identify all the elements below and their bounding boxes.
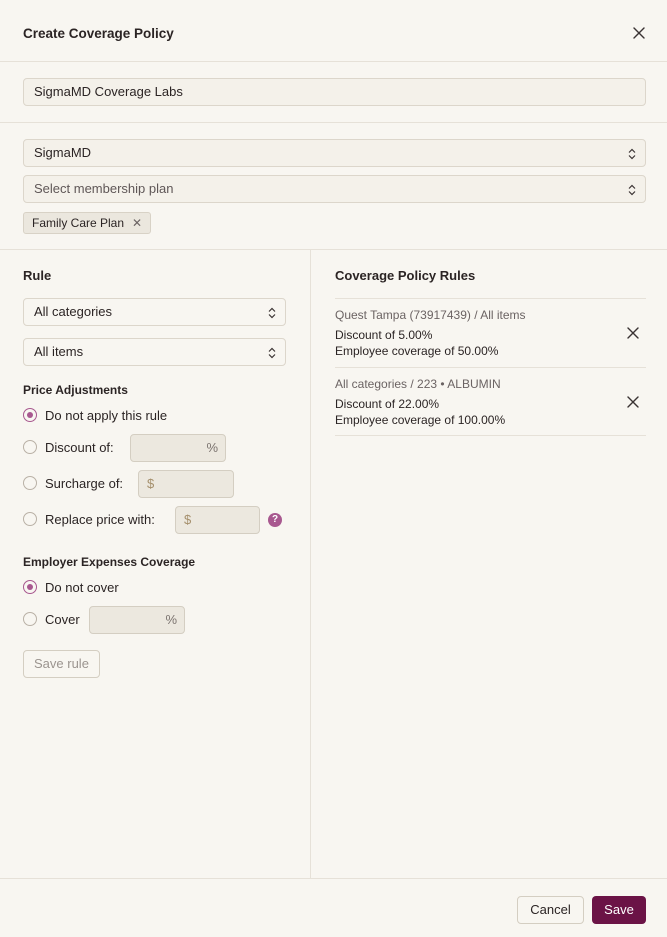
rule-title: Quest Tampa (73917439) / All items (335, 308, 526, 322)
radio-label: Do not cover (45, 579, 119, 595)
chevron-updown-icon (268, 347, 276, 359)
dollar-prefix: $ (184, 512, 192, 527)
price-adjustments-heading: Price Adjustments (23, 383, 128, 397)
radio-do-not-cover[interactable]: Do not cover (23, 574, 119, 600)
employer-coverage-heading: Employer Expenses Coverage (23, 555, 196, 569)
help-icon[interactable]: ? (268, 513, 282, 527)
policy-name-value: SigmaMD Coverage Labs (34, 84, 183, 99)
items-select[interactable]: All items (23, 338, 286, 366)
close-icon[interactable] (626, 395, 640, 409)
cancel-button[interactable]: Cancel (517, 896, 584, 924)
radio-button[interactable] (23, 476, 37, 490)
policy-name-input[interactable]: SigmaMD Coverage Labs (23, 78, 646, 106)
items-select-value: All items (34, 344, 84, 359)
rule-title: All categories / 223 • ALBUMIN (335, 377, 501, 391)
save-rule-button[interactable]: Save rule (23, 650, 100, 678)
rule-discount: Discount of 5.00% (335, 328, 433, 342)
organization-select-value: SigmaMD (34, 145, 92, 160)
dialog-footer: Cancel Save (0, 878, 667, 937)
close-icon[interactable]: ✕ (132, 213, 142, 233)
percent-suffix: % (206, 440, 218, 455)
radio-do-not-apply[interactable]: Do not apply this rule (23, 402, 167, 428)
radio-replace-price[interactable]: Replace price with: (23, 506, 155, 532)
surcharge-input[interactable]: $ (138, 470, 234, 498)
membership-plan-select[interactable]: Select membership plan (23, 175, 646, 203)
close-icon[interactable] (626, 326, 640, 340)
radio-button[interactable] (23, 440, 37, 454)
chevron-updown-icon (628, 148, 636, 160)
plan-chip-family-care: Family Care Plan ✕ (23, 212, 152, 234)
radio-label: Do not apply this rule (45, 407, 168, 423)
radio-label: Surcharge of: (45, 475, 124, 491)
rule-discount: Discount of 22.00% (335, 397, 440, 411)
coverage-rules-heading: Coverage Policy Rules (335, 268, 476, 283)
radio-surcharge[interactable]: Surcharge of: (23, 470, 123, 496)
replace-price-input[interactable]: $ (175, 506, 260, 534)
rule-coverage: Employee coverage of 100.00% (335, 413, 506, 427)
coverage-rules-list: Quest Tampa (73917439) / All items Disco… (335, 298, 646, 436)
save-button[interactable]: Save (592, 896, 646, 924)
category-select-value: All categories (34, 304, 113, 319)
discount-input[interactable]: % (130, 434, 226, 462)
chevron-updown-icon (268, 307, 276, 319)
cover-percent-input[interactable]: % (89, 606, 185, 634)
radio-label: Discount of: (45, 439, 114, 455)
radio-label: Cover (45, 611, 80, 627)
dialog-title: Create Coverage Policy (23, 26, 174, 41)
radio-button[interactable] (23, 512, 37, 526)
chevron-updown-icon (628, 184, 636, 196)
policy-name-section: SigmaMD Coverage Labs (0, 62, 667, 123)
membership-plan-placeholder: Select membership plan (34, 181, 174, 196)
list-item: Quest Tampa (73917439) / All items Disco… (335, 298, 646, 367)
dollar-prefix: $ (147, 476, 155, 491)
organization-select[interactable]: SigmaMD (23, 139, 646, 167)
plan-chip-label: Family Care Plan (32, 216, 125, 230)
rule-heading: Rule (23, 268, 52, 283)
radio-label: Replace price with: (45, 511, 155, 527)
dialog-header: Create Coverage Policy (0, 0, 667, 62)
category-select[interactable]: All categories (23, 298, 286, 326)
radio-button[interactable] (23, 408, 37, 422)
list-item: All categories / 223 • ALBUMIN Discount … (335, 367, 646, 436)
radio-button[interactable] (23, 612, 37, 626)
rule-coverage: Employee coverage of 50.00% (335, 344, 499, 358)
close-icon[interactable] (630, 24, 648, 42)
radio-button[interactable] (23, 580, 37, 594)
radio-cover[interactable]: Cover (23, 606, 80, 632)
radio-discount[interactable]: Discount of: (23, 434, 114, 460)
percent-suffix: % (165, 612, 177, 627)
